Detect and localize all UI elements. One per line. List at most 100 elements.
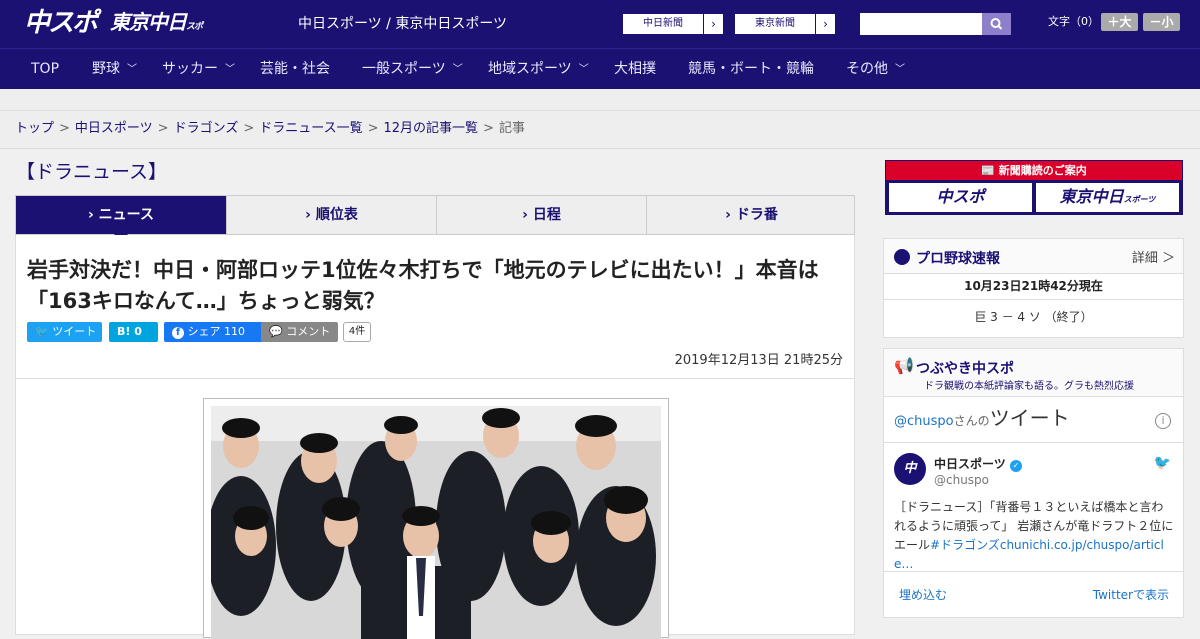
- chevron-down-icon: ﹀: [452, 64, 463, 75]
- chevron-down-icon: ﹀: [127, 64, 137, 75]
- search-button[interactable]: [982, 13, 1011, 35]
- nav-top[interactable]: TOP: [31, 49, 59, 89]
- search-icon: [990, 18, 1003, 30]
- nav-label: その他: [846, 61, 888, 77]
- tab-standings[interactable]: › 順位表: [226, 196, 436, 234]
- tweet-account-handle[interactable]: @chuspo: [934, 473, 989, 487]
- font-size-label: 文字（0）: [1048, 15, 1099, 28]
- breadcrumb-separator: >: [157, 121, 169, 136]
- photo-image: [211, 406, 661, 639]
- baseball-score[interactable]: 巨 3 － 4 ソ （終了）: [884, 300, 1183, 334]
- spacer: [0, 89, 1200, 111]
- divider: [16, 378, 854, 379]
- nav-soccer[interactable]: サッカー ﹀: [162, 49, 235, 89]
- baseball-time: 10月23日21時42分現在: [884, 274, 1183, 300]
- baseball-box-header: プロ野球速報 詳細 ＞: [884, 239, 1183, 274]
- subscription-banner[interactable]: 📰 新聞購読のご案内 中スポ 東京中日スポーツ: [885, 160, 1183, 215]
- chunichi-shimbun-link[interactable]: 中日新聞 ›: [622, 13, 724, 35]
- breadcrumb-current: 記事: [498, 121, 525, 136]
- subscribe-tokyo-chunichi-button[interactable]: 東京中日スポーツ: [1036, 183, 1179, 212]
- tokyo-shimbun-label: 東京新聞: [755, 18, 795, 29]
- main-nav: TOP 野球 ﹀ サッカー ﹀ 芸能・社会 一般スポーツ ﹀ 地域スポーツ ﹀ 大相撲 …: [0, 48, 1200, 89]
- tab-label: ドラ番: [735, 207, 778, 223]
- chuspo-logo[interactable]: 中スポ: [24, 6, 100, 38]
- nav-label: 地域スポーツ: [488, 61, 572, 77]
- avatar[interactable]: 中: [894, 453, 926, 485]
- tweet-account-name[interactable]: 中日スポーツ ✓: [934, 455, 1022, 472]
- info-icon[interactable]: i: [1155, 413, 1171, 429]
- twitter-icon: 🐦: [35, 325, 49, 338]
- hatena-icon: B!: [117, 325, 135, 338]
- chevron-right-icon: ›: [725, 207, 736, 223]
- photo-illustration: [211, 406, 661, 639]
- subscribe-tokyo-chunichi-small: スポーツ: [1123, 195, 1156, 204]
- chevron-down-icon: ﹀: [225, 64, 235, 75]
- section-title: 【ドラニュース】: [16, 161, 168, 183]
- timeline-handle: @chuspo: [894, 414, 954, 429]
- font-larger-button[interactable]: ＋大: [1101, 13, 1138, 31]
- tokyo-chunichi-logo[interactable]: 東京中日スポーツ: [110, 10, 210, 60]
- nav-regional-sports[interactable]: 地域スポーツ ﹀: [488, 49, 589, 89]
- twitter-timeline-title[interactable]: @chuspoさんのツイート: [894, 405, 1070, 435]
- subscribe-tokyo-chunichi-label: 東京中日: [1059, 189, 1124, 206]
- timeline-handle-mid: さんの: [953, 414, 990, 428]
- baseball-score-box: プロ野球速報 詳細 ＞ 10月23日21時42分現在 巨 3 － 4 ソ （終了…: [883, 238, 1184, 338]
- breadcrumb-separator: >: [243, 121, 255, 136]
- nav-label: 一般スポーツ: [362, 61, 446, 77]
- comment-button[interactable]: 💬 コメント: [261, 322, 338, 342]
- tab-schedule[interactable]: › 日程: [436, 196, 646, 234]
- tab-label: 順位表: [315, 207, 358, 223]
- baseball-detail-link[interactable]: 詳細 ＞: [1132, 247, 1175, 266]
- hatena-button[interactable]: B! 0: [109, 322, 158, 342]
- nav-baseball[interactable]: 野球 ﹀: [92, 49, 137, 89]
- tab-label: 日程: [532, 207, 561, 223]
- subscription-title: 📰 新聞購読のご案内: [886, 161, 1182, 180]
- breadcrumb-link[interactable]: 12月の記事一覧: [384, 121, 479, 136]
- nav-label: 競馬・ボート・競輪: [688, 61, 814, 77]
- view-on-twitter-link[interactable]: Twitterで表示: [1093, 586, 1169, 603]
- tweet-hashtag[interactable]: #ドラゴンズ: [930, 538, 1000, 552]
- twitter-widget-title: つぶやき中スポ: [916, 361, 1014, 377]
- search-input[interactable]: [860, 13, 982, 35]
- nav-sumo[interactable]: 大相撲: [614, 49, 656, 89]
- baseball-icon: [894, 249, 910, 265]
- tokyo-shimbun-link[interactable]: 東京新聞 ›: [734, 13, 836, 35]
- tweet-label: ツイート: [52, 325, 97, 338]
- facebook-icon: f: [172, 327, 184, 339]
- nav-label: 野球: [92, 61, 120, 77]
- tab-label: ニュース: [98, 207, 154, 223]
- tab-reporter[interactable]: › ドラ番: [646, 196, 856, 234]
- font-smaller-button[interactable]: －小: [1143, 13, 1180, 31]
- breadcrumb-link[interactable]: トップ: [15, 121, 54, 136]
- tab-bar: › ニュース › 順位表 › 日程 › ドラ番: [15, 195, 856, 242]
- twitter-widget-subtitle: ドラ観戦の本紙評論家も語る。グラも熱烈応援: [924, 381, 1134, 392]
- subscribe-chuspo-button[interactable]: 中スポ: [889, 183, 1032, 212]
- nav-other[interactable]: その他 ﹀: [846, 49, 905, 89]
- article-photo[interactable]: [203, 398, 669, 639]
- breadcrumb-separator: >: [367, 121, 379, 136]
- nav-label: 芸能・社会: [260, 61, 330, 77]
- nav-general-sports[interactable]: 一般スポーツ ﹀: [362, 49, 463, 89]
- chevron-right-icon: ›: [703, 14, 723, 34]
- breadcrumb-link[interactable]: ドラゴンズ: [174, 121, 239, 136]
- breadcrumb-separator: >: [483, 121, 494, 136]
- nav-entertainment[interactable]: 芸能・社会: [260, 49, 330, 89]
- twitter-widget-header: 📢 つぶやき中スポ ドラ観戦の本紙評論家も語る。グラも熱烈応援: [884, 349, 1183, 397]
- subscription-title-text: 新聞購読のご案内: [998, 164, 1087, 177]
- nav-label: 大相撲: [614, 61, 656, 77]
- tokyo-chunichi-logo-text: 東京中日: [110, 12, 187, 34]
- breadcrumb: トップ > 中日スポーツ > ドラゴンズ > ドラニュース一覧 >12月の記事一覧 > 記事: [0, 111, 1200, 149]
- twitter-bird-icon[interactable]: 🐦: [1154, 455, 1171, 471]
- nav-label: TOP: [31, 61, 60, 77]
- breadcrumb-link[interactable]: 中日スポーツ: [75, 121, 153, 136]
- tab-news[interactable]: › ニュース: [16, 196, 226, 242]
- tweet-account-name-text: 中日スポーツ: [934, 457, 1006, 471]
- header-bar: 中スポ 東京中日スポーツ 中日スポーツ / 東京中日スポーツ 中日新聞 › 東京新…: [0, 0, 1200, 60]
- megaphone-icon: 📢: [894, 356, 914, 375]
- embed-link[interactable]: 埋め込む: [899, 586, 947, 603]
- baseball-box-title: プロ野球速報: [916, 251, 1000, 267]
- nav-racing[interactable]: 競馬・ボート・競輪: [688, 49, 814, 89]
- chevron-down-icon: ﹀: [578, 64, 589, 75]
- breadcrumb-link[interactable]: ドラニュース一覧: [259, 121, 362, 136]
- tweet-button[interactable]: 🐦 ツイート: [27, 322, 102, 342]
